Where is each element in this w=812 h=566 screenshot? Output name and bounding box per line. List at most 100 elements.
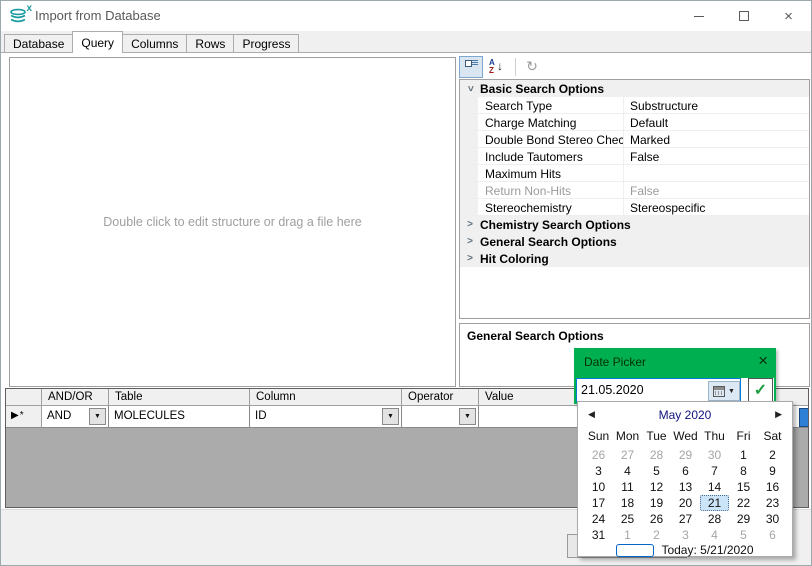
calendar-day[interactable]: 27 <box>613 447 642 463</box>
categorized-view-button[interactable] <box>459 56 483 78</box>
property-row[interactable]: Maximum Hits <box>460 165 809 182</box>
calendar-day[interactable]: 4 <box>613 463 642 479</box>
property-row[interactable]: Include TautomersFalse <box>460 148 809 165</box>
property-category-label: Hit Coloring <box>480 252 549 266</box>
property-row[interactable]: Double Bond Stereo CheckMarked <box>460 131 809 148</box>
calendar-week-row: 3456789 <box>584 463 787 479</box>
property-value[interactable]: False <box>624 148 809 164</box>
column-cell[interactable]: ID▼ <box>250 406 402 428</box>
accept-date-button[interactable]: ✓ <box>748 378 773 402</box>
maximize-button[interactable] <box>721 1 766 31</box>
calendar-day[interactable]: 30 <box>700 447 729 463</box>
property-row[interactable]: Return Non-HitsFalse <box>460 182 809 199</box>
property-value[interactable]: Stereospecific <box>624 199 809 215</box>
calendar-day[interactable]: 7 <box>700 463 729 479</box>
row-indicator-cell[interactable]: ▶* <box>6 406 42 428</box>
property-value[interactable] <box>624 165 809 181</box>
property-row[interactable]: Charge MatchingDefault <box>460 114 809 131</box>
today-label[interactable]: Today: 5/21/2020 <box>661 543 753 557</box>
calendar-day[interactable]: 27 <box>671 511 700 527</box>
calendar-day[interactable]: 22 <box>729 495 758 511</box>
calendar-day[interactable]: 16 <box>758 479 787 495</box>
andor-cell-dropdown-button[interactable]: ▼ <box>89 408 106 425</box>
property-value[interactable]: Substructure <box>624 97 809 113</box>
calendar-day[interactable]: 1 <box>729 447 758 463</box>
calendar-day[interactable]: 30 <box>758 511 787 527</box>
property-category-row[interactable]: >Chemistry Search Options <box>460 216 809 233</box>
close-button[interactable]: × <box>766 1 811 31</box>
calendar-day[interactable]: 2 <box>758 447 787 463</box>
property-value[interactable]: False <box>624 182 809 198</box>
calendar-week-row: 31123456 <box>584 527 787 543</box>
column-cell-dropdown-button[interactable]: ▼ <box>382 408 399 425</box>
calendar-day[interactable]: 4 <box>700 527 729 543</box>
tab-rows[interactable]: Rows <box>186 34 234 53</box>
date-picker-close-icon[interactable]: × <box>758 352 768 369</box>
andor-cell[interactable]: AND▼ <box>42 406 109 428</box>
calendar-day-selected[interactable]: 21 <box>700 495 729 511</box>
calendar-day[interactable]: 19 <box>642 495 671 511</box>
calendar-day[interactable]: 23 <box>758 495 787 511</box>
table-cell[interactable]: MOLECULES <box>109 406 250 428</box>
calendar-day[interactable]: 31 <box>584 527 613 543</box>
reset-options-button[interactable]: ↻ <box>520 56 544 78</box>
calendar-day[interactable]: 28 <box>642 447 671 463</box>
calendar-day[interactable]: 14 <box>700 479 729 495</box>
value-editor-dropdown-button[interactable] <box>799 408 809 427</box>
calendar-day[interactable]: 11 <box>613 479 642 495</box>
property-category-row[interactable]: >Basic Search Options <box>460 80 809 97</box>
property-value[interactable]: Marked <box>624 131 809 147</box>
calendar-day[interactable]: 1 <box>613 527 642 543</box>
calendar-day[interactable]: 9 <box>758 463 787 479</box>
alphabetical-sort-button[interactable]: A Z ↓ <box>485 56 509 78</box>
date-input[interactable]: 21.05.2020 ▼ <box>576 378 741 402</box>
calendar-day[interactable]: 10 <box>584 479 613 495</box>
calendar-day[interactable]: 8 <box>729 463 758 479</box>
calendar-day[interactable]: 3 <box>584 463 613 479</box>
chevron-collapsed-icon[interactable]: > <box>460 253 480 264</box>
calendar-day[interactable]: 12 <box>642 479 671 495</box>
chevron-collapsed-icon[interactable]: > <box>460 236 480 247</box>
calendar-day[interactable]: 29 <box>671 447 700 463</box>
calendar-day[interactable]: 13 <box>671 479 700 495</box>
property-value[interactable]: Default <box>624 114 809 130</box>
calendar-day[interactable]: 6 <box>758 527 787 543</box>
tab-database[interactable]: Database <box>4 34 73 53</box>
calendar-day[interactable]: 18 <box>613 495 642 511</box>
chevron-expanded-icon[interactable]: > <box>465 79 476 99</box>
property-grid-toolbar: A Z ↓ ↻ <box>459 54 810 79</box>
calendar-day[interactable]: 26 <box>642 511 671 527</box>
minimize-button[interactable] <box>676 1 721 31</box>
calendar-day[interactable]: 29 <box>729 511 758 527</box>
operator-cell[interactable]: ▼ <box>402 406 479 428</box>
calendar-day[interactable]: 17 <box>584 495 613 511</box>
calendar-day[interactable]: 20 <box>671 495 700 511</box>
next-month-button[interactable]: ▶ <box>775 409 782 420</box>
property-category-row[interactable]: >Hit Coloring <box>460 250 809 267</box>
calendar-day[interactable]: 15 <box>729 479 758 495</box>
property-name: Include Tautomers <box>478 148 624 164</box>
property-gutter <box>460 148 478 164</box>
operator-cell-dropdown-button[interactable]: ▼ <box>459 408 476 425</box>
calendar-dropdown-button[interactable]: ▼ <box>708 381 740 401</box>
property-gutter <box>460 199 478 215</box>
calendar-day[interactable]: 3 <box>671 527 700 543</box>
property-row[interactable]: StereochemistryStereospecific <box>460 199 809 216</box>
structure-editor-panel[interactable]: Double click to edit structure or drag a… <box>9 57 456 387</box>
calendar-day[interactable]: 28 <box>700 511 729 527</box>
calendar-day[interactable]: 6 <box>671 463 700 479</box>
property-row[interactable]: Search TypeSubstructure <box>460 97 809 114</box>
calendar-day[interactable]: 5 <box>642 463 671 479</box>
property-category-row[interactable]: >General Search Options <box>460 233 809 250</box>
tab-progress[interactable]: Progress <box>233 34 299 53</box>
chevron-collapsed-icon[interactable]: > <box>460 219 480 230</box>
calendar-day[interactable]: 24 <box>584 511 613 527</box>
property-category-label: General Search Options <box>480 235 617 249</box>
calendar-month-label[interactable]: May 2020 <box>578 408 792 422</box>
calendar-day[interactable]: 2 <box>642 527 671 543</box>
calendar-day[interactable]: 26 <box>584 447 613 463</box>
tab-columns[interactable]: Columns <box>122 34 187 53</box>
calendar-day[interactable]: 5 <box>729 527 758 543</box>
calendar-day[interactable]: 25 <box>613 511 642 527</box>
tab-query[interactable]: Query <box>72 31 123 53</box>
